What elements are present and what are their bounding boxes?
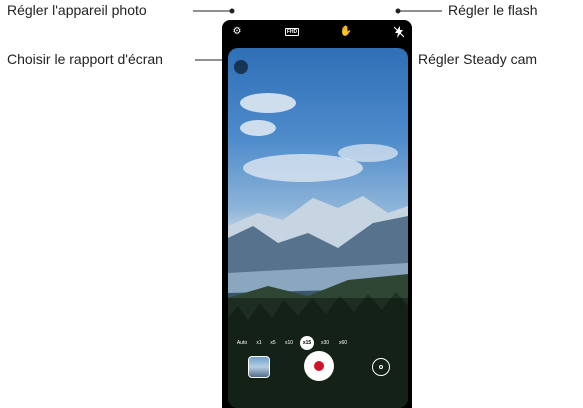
back-button[interactable] — [234, 60, 248, 74]
cloud — [338, 144, 398, 162]
phone-screen: ⚙ FHD ✋ Auto x1 x5 x10 x15 x30 x60 — [222, 20, 412, 408]
switch-camera-icon[interactable] — [372, 358, 390, 376]
flash-off-glyph — [394, 26, 404, 38]
camera-top-bar: ⚙ FHD ✋ — [222, 20, 412, 46]
switch-camera-dot — [379, 365, 383, 369]
steady-cam-hand-icon[interactable]: ✋ — [339, 25, 353, 39]
callout-flash: Régler le flash — [448, 2, 538, 18]
zoom-option[interactable]: x30 — [318, 339, 332, 347]
gear-icon[interactable]: ⚙ — [230, 25, 244, 39]
gallery-thumbnail[interactable] — [248, 356, 270, 378]
callout-steady: Régler Steady cam — [418, 51, 538, 67]
ratio-label: FHD — [284, 28, 300, 36]
callout-ratio: Choisir le rapport d'écran — [7, 51, 163, 67]
record-button[interactable] — [304, 351, 334, 381]
flash-off-icon[interactable] — [392, 25, 406, 39]
zoom-option[interactable]: x10 — [282, 339, 296, 347]
callout-settings: Régler l'appareil photo — [7, 2, 147, 18]
leader-settings-dot — [229, 8, 235, 14]
cloud — [240, 120, 276, 136]
record-icon — [314, 361, 324, 371]
cloud — [240, 93, 296, 113]
leader-flash-dot — [395, 8, 401, 14]
zoom-option[interactable]: x5 — [268, 339, 278, 347]
zoom-option[interactable]: x60 — [336, 339, 350, 347]
zoom-option-active[interactable]: x15 — [300, 336, 314, 350]
camera-viewfinder[interactable]: Auto x1 x5 x10 x15 x30 x60 — [228, 48, 408, 408]
aspect-ratio-button[interactable]: FHD — [284, 25, 300, 39]
zoom-option[interactable]: Auto — [234, 339, 250, 347]
zoom-selector: Auto x1 x5 x10 x15 x30 x60 — [228, 336, 408, 352]
zoom-option[interactable]: x1 — [254, 339, 264, 347]
